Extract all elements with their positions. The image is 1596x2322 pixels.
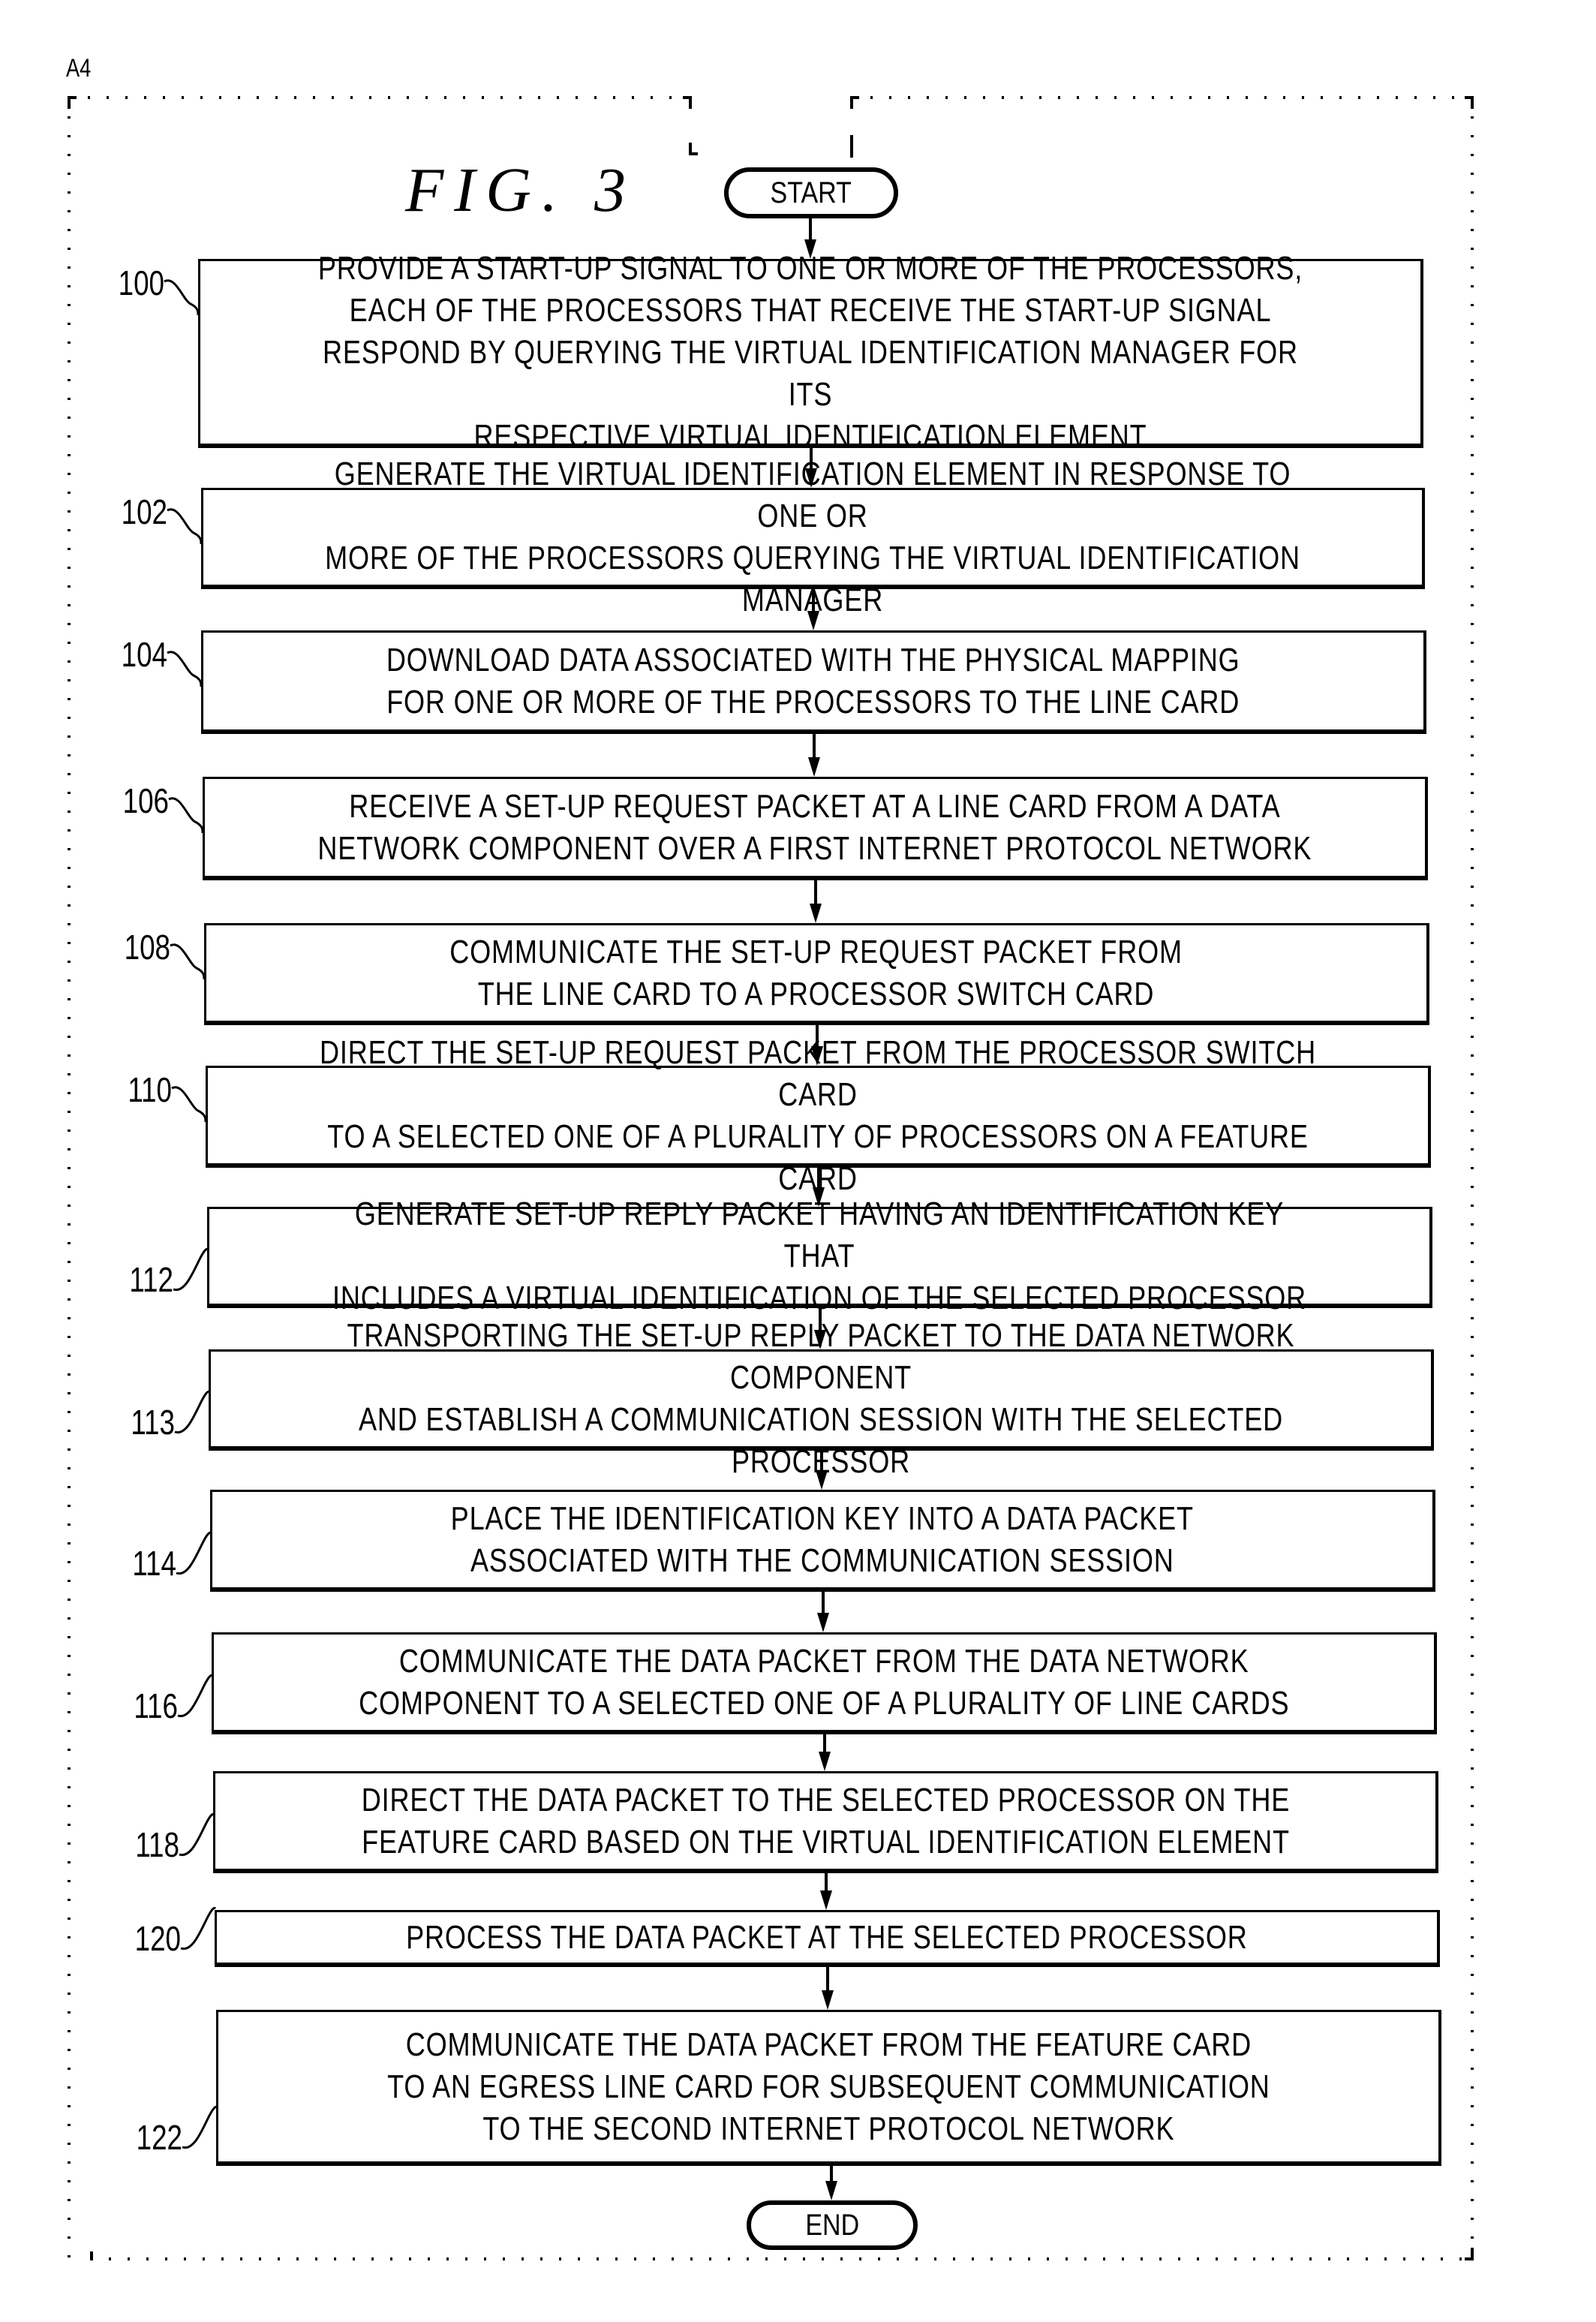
step-number-114: 114: [132, 1544, 176, 1583]
step-box-116: COMMUNICATE THE DATA PACKET FROM THE DAT…: [212, 1632, 1437, 1734]
step-text: RECEIVE A SET-UP REQUEST PACKET AT A LIN…: [317, 787, 1312, 867]
step-number-113: 113: [131, 1403, 175, 1442]
step-number-110: 110: [128, 1070, 172, 1109]
step-number-120: 120: [134, 1919, 181, 1958]
arrow-120-to-122-arrowhead: [822, 1990, 834, 2010]
arrow-114-to-116-arrowhead: [817, 1613, 829, 1632]
start-terminator: START: [724, 167, 898, 218]
leader-line-122: [182, 2105, 218, 2149]
arrow-122-to-end-arrowhead: [825, 2181, 837, 2200]
start-label: START: [770, 176, 852, 209]
step-number-104: 104: [121, 635, 167, 674]
step-box-118: DIRECT THE DATA PACKET TO THE SELECTED P…: [213, 1771, 1438, 1873]
step-box-102: GENERATE THE VIRTUAL IDENTIFICATION ELEM…: [201, 456, 1425, 618]
step-text: DOWNLOAD DATA ASSOCIATED WITH THE PHYSIC…: [386, 641, 1240, 720]
arrow-104-to-106-arrowhead: [808, 757, 820, 777]
step-box-108: COMMUNICATE THE SET-UP REQUEST PACKET FR…: [204, 923, 1429, 1025]
step-number-118: 118: [135, 1825, 179, 1864]
step-text: PROCESS THE DATA PACKET AT THE SELECTED …: [406, 1918, 1248, 1956]
step-text: COMMUNICATE THE DATA PACKET FROM THE DAT…: [358, 1642, 1290, 1722]
step-number-112: 112: [129, 1260, 173, 1299]
leader-line-114: [176, 1531, 212, 1575]
step-number-122: 122: [136, 2118, 182, 2157]
leader-line-118: [179, 1812, 215, 1857]
step-text: GENERATE THE VIRTUAL IDENTIFICATION ELEM…: [325, 456, 1300, 618]
arrow-106-to-108-arrowhead: [810, 904, 822, 923]
step-number-108: 108: [124, 928, 170, 967]
end-label: END: [805, 2208, 859, 2242]
step-box-100: PROVIDE A START-UP SIGNAL TO ONE OR MORE…: [198, 250, 1423, 455]
step-text: TRANSPORTING THE SET-UP REPLY PACKET TO …: [347, 1317, 1295, 1480]
leader-line-116: [177, 1674, 213, 1718]
leader-line-110: [171, 1086, 207, 1123]
step-box-113: TRANSPORTING THE SET-UP REPLY PACKET TO …: [209, 1317, 1434, 1480]
step-box-114: PLACE THE IDENTIFICATION KEY INTO A DATA…: [210, 1490, 1435, 1592]
leader-line-102: [167, 508, 203, 545]
step-number-102: 102: [121, 492, 167, 531]
leader-line-104: [167, 651, 203, 687]
step-box-112: GENERATE SET-UP REPLY PACKET HAVING AN I…: [207, 1196, 1432, 1316]
arrow-118-to-120-arrowhead: [820, 1890, 832, 1910]
figure-title: FIG. 3: [405, 155, 636, 225]
leader-line-112: [173, 1247, 209, 1292]
step-text: COMMUNICATE THE SET-UP REQUEST PACKET FR…: [449, 933, 1183, 1012]
step-text: COMMUNICATE THE DATA PACKET FROM THE FEA…: [386, 2026, 1270, 2147]
sheet-label: A4: [66, 54, 92, 83]
step-box-120: PROCESS THE DATA PACKET AT THE SELECTED …: [215, 1910, 1440, 1967]
leader-line-100: [164, 279, 200, 316]
leader-line-106: [168, 797, 204, 834]
step-box-122: COMMUNICATE THE DATA PACKET FROM THE FEA…: [216, 2010, 1441, 2166]
leader-line-108: [170, 943, 206, 980]
step-box-104: DOWNLOAD DATA ASSOCIATED WITH THE PHYSIC…: [201, 630, 1426, 734]
step-text: DIRECT THE SET-UP REQUEST PACKET FROM TH…: [320, 1033, 1316, 1197]
step-box-110: DIRECT THE SET-UP REQUEST PACKET FROM TH…: [206, 1034, 1431, 1197]
step-text: DIRECT THE DATA PACKET TO THE SELECTED P…: [361, 1781, 1290, 1860]
step-number-100: 100: [118, 263, 164, 302]
step-text: GENERATE SET-UP REPLY PACKET HAVING AN I…: [332, 1196, 1307, 1316]
step-box-106: RECEIVE A SET-UP REQUEST PACKET AT A LIN…: [203, 777, 1428, 880]
end-terminator: END: [747, 2200, 918, 2250]
leader-line-113: [174, 1390, 210, 1434]
step-text: PLACE THE IDENTIFICATION KEY INTO A DATA…: [450, 1499, 1195, 1579]
step-text: PROVIDE A START-UP SIGNAL TO ONE OR MORE…: [317, 249, 1303, 455]
arrow-116-to-118-arrowhead: [819, 1752, 831, 1771]
step-number-106: 106: [122, 781, 169, 820]
step-number-116: 116: [134, 1686, 178, 1725]
leader-line-120: [180, 1906, 216, 1951]
